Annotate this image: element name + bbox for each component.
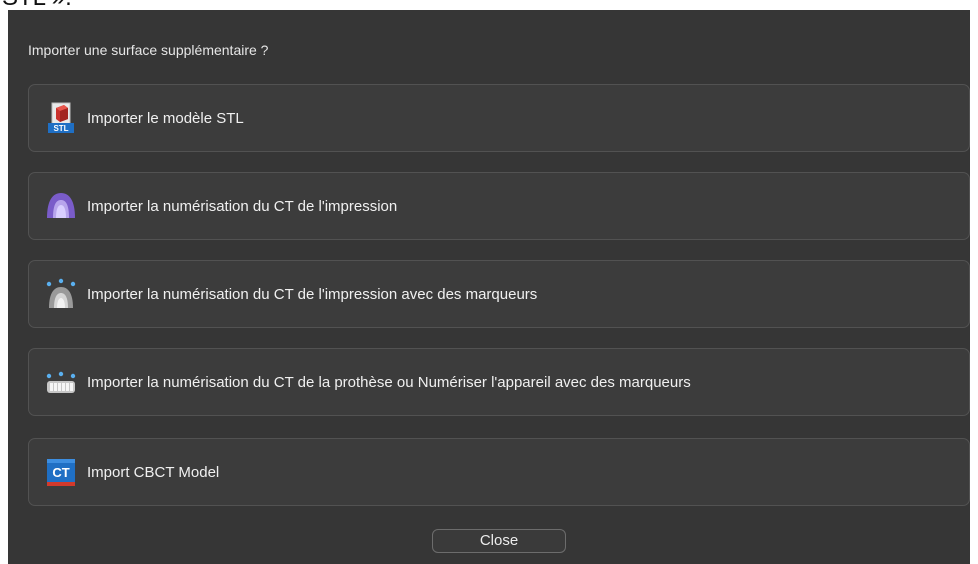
import-stl-model-label: Importer le modèle STL [87, 109, 244, 127]
import-cbct-model-label: Import CBCT Model [87, 463, 220, 481]
dialog-prompt: Importer une surface supplémentaire ? [28, 42, 269, 58]
impression-markers-icon [45, 278, 77, 310]
svg-text:CT: CT [52, 465, 69, 480]
import-impression-ct-button[interactable]: Importer la numérisation du CT de l'impr… [28, 172, 970, 240]
impression-tray-icon [45, 190, 77, 222]
import-stl-model-button[interactable]: STL Importer le modèle STL [28, 84, 970, 152]
stl-file-icon: STL [45, 102, 77, 134]
import-impression-ct-label: Importer la numérisation du CT de l'impr… [87, 197, 398, 215]
clipped-heading-text: STL ». [2, 0, 72, 10]
svg-text:STL: STL [53, 124, 68, 133]
import-impression-ct-markers-button[interactable]: Importer la numérisation du CT de l'impr… [28, 260, 970, 328]
import-denture-ct-markers-label: Importer la numérisation du CT de la pro… [87, 373, 691, 391]
close-button[interactable]: Close [432, 529, 566, 553]
denture-markers-icon [45, 366, 77, 398]
import-denture-ct-markers-button[interactable]: Importer la numérisation du CT de la pro… [28, 348, 970, 416]
clipped-heading: STL ». [0, 0, 978, 10]
import-cbct-model-button[interactable]: CT Import CBCT Model [28, 438, 970, 506]
import-surface-dialog: Importer une surface supplémentaire ? ST… [8, 10, 970, 564]
cbct-icon: CT [45, 456, 77, 488]
import-impression-ct-markers-label: Importer la numérisation du CT de l'impr… [87, 285, 538, 303]
